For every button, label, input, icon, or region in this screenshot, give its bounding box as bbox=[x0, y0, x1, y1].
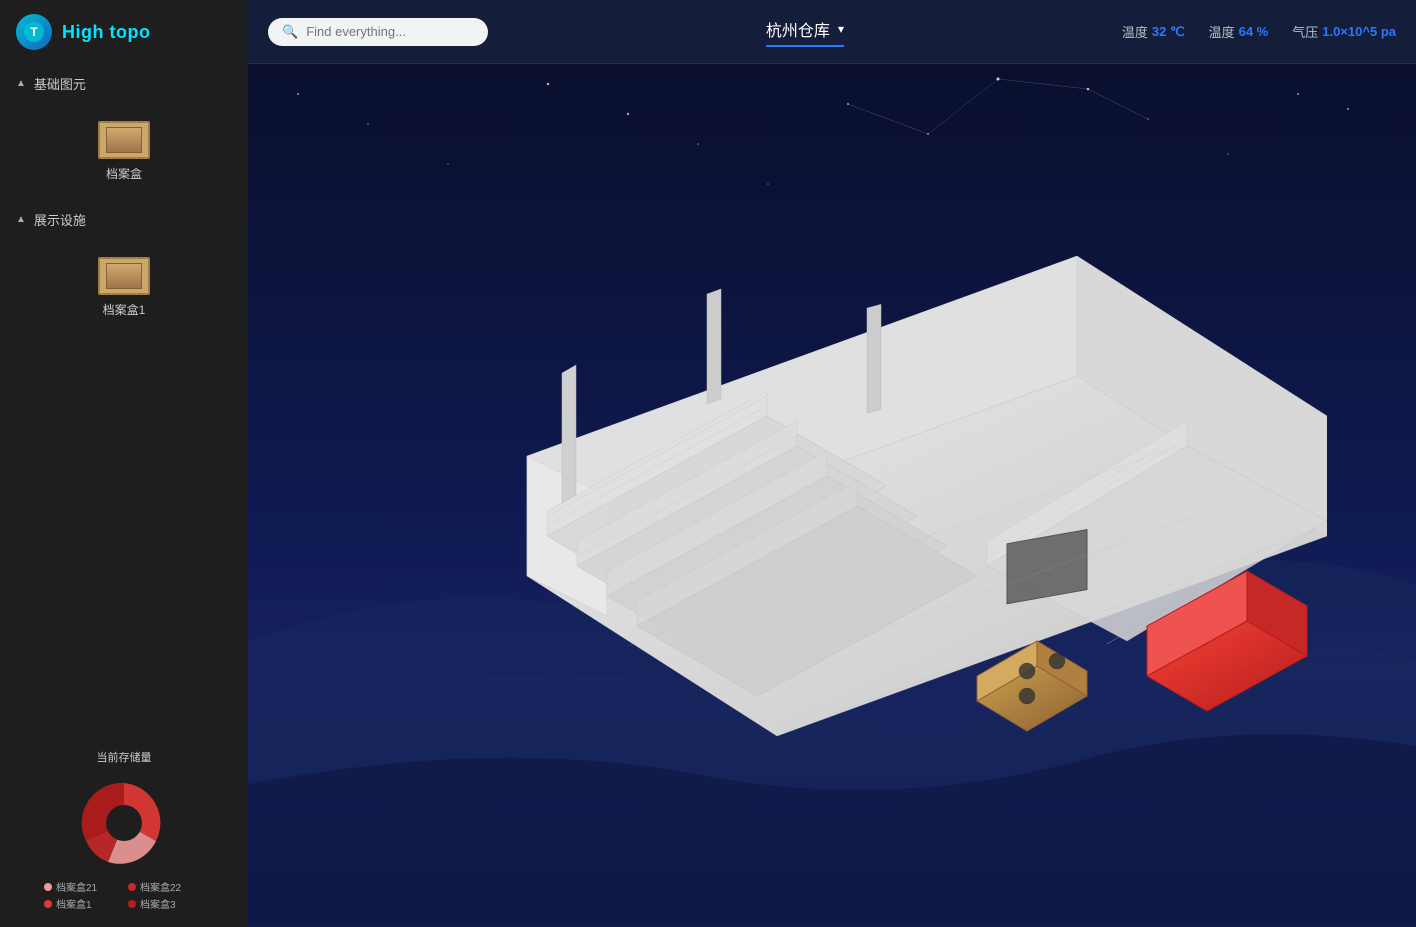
file-box1-label: 档案盒1 bbox=[103, 301, 146, 318]
stat-temperature: 温度 32 ℃ bbox=[1122, 22, 1185, 41]
stat-humidity-value: 64 % bbox=[1239, 24, 1269, 39]
logo-area: T High topo bbox=[0, 0, 248, 64]
chart-title: 当前存储量 bbox=[97, 749, 152, 765]
legend-item-4: 档案盒3 bbox=[128, 896, 204, 911]
section-display-label: 展示设施 bbox=[34, 210, 86, 229]
3d-warehouse bbox=[427, 256, 1327, 856]
legend-dot-3 bbox=[44, 900, 52, 908]
file-box-label: 档案盒 bbox=[106, 165, 142, 182]
legend-label-1: 档案盒21 bbox=[56, 879, 97, 894]
legend-dot-4 bbox=[128, 900, 136, 908]
section-display-items: 档案盒1 bbox=[0, 239, 248, 336]
stat-humidity-label: 温度 bbox=[1209, 22, 1235, 41]
legend-dot-2 bbox=[128, 883, 136, 891]
logo-icon: T bbox=[16, 14, 52, 50]
search-input[interactable] bbox=[306, 24, 466, 39]
section-basics-label: 基础图元 bbox=[34, 74, 86, 93]
chart-legend: 档案盒21 档案盒22 档案盒1 档案盒3 bbox=[44, 879, 204, 911]
legend-item-3: 档案盒1 bbox=[44, 896, 120, 911]
header-stats: 温度 32 ℃ 温度 64 % 气压 1.0×10^5 pa bbox=[1122, 22, 1396, 41]
stat-pressure-value: 1.0×10^5 pa bbox=[1322, 24, 1396, 39]
stat-pressure-label: 气压 bbox=[1292, 22, 1318, 41]
svg-text:T: T bbox=[30, 25, 38, 39]
legend-dot-1 bbox=[44, 883, 52, 891]
stat-pressure: 气压 1.0×10^5 pa bbox=[1292, 22, 1396, 41]
app-title: High topo bbox=[62, 22, 150, 43]
sidebar-item-file-box1[interactable]: 档案盒1 bbox=[16, 247, 232, 328]
chevron-down-icon: ▾ bbox=[838, 22, 844, 36]
header-center: 杭州仓库 ▾ bbox=[488, 17, 1122, 47]
sidebar-section-display[interactable]: ▲ 展示设施 bbox=[0, 200, 248, 239]
header-main: 🔍 杭州仓库 ▾ 温度 32 ℃ 温度 64 % 气压 1.0×10^5 pa bbox=[248, 0, 1416, 64]
legend-label-4: 档案盒3 bbox=[140, 896, 176, 911]
triangle-collapse-icon: ▲ bbox=[16, 78, 26, 89]
search-icon: 🔍 bbox=[282, 24, 298, 40]
main-viewport[interactable] bbox=[248, 64, 1416, 927]
legend-item-2: 档案盒22 bbox=[128, 879, 204, 894]
file-box1-icon bbox=[98, 257, 150, 295]
location-text: 杭州仓库 bbox=[766, 17, 830, 41]
legend-label-2: 档案盒22 bbox=[140, 879, 181, 894]
sidebar-item-file-box[interactable]: 档案盒 bbox=[16, 111, 232, 192]
header: T High topo 🔍 杭州仓库 ▾ bbox=[0, 0, 1416, 64]
warehouse-svg bbox=[427, 256, 1327, 856]
stat-temp-label: 温度 bbox=[1122, 22, 1148, 41]
stat-humidity: 温度 64 % bbox=[1209, 22, 1269, 41]
sidebar: ▲ 基础图元 档案盒 ▲ 展示设施 bbox=[0, 64, 248, 927]
file-box-icon bbox=[98, 121, 150, 159]
section-basics-items: 档案盒 bbox=[0, 103, 248, 200]
pie-chart bbox=[44, 773, 204, 873]
sidebar-section-basics[interactable]: ▲ 基础图元 bbox=[0, 64, 248, 103]
sidebar-chart-area: 当前存储量 档案盒21 档案盒22 bbox=[0, 737, 248, 927]
legend-label-3: 档案盒1 bbox=[56, 896, 92, 911]
search-box[interactable]: 🔍 bbox=[268, 18, 488, 46]
legend-item-1: 档案盒21 bbox=[44, 879, 120, 894]
stat-temp-value: 32 ℃ bbox=[1152, 24, 1185, 40]
triangle-collapse-icon-2: ▲ bbox=[16, 214, 26, 225]
location-selector[interactable]: 杭州仓库 ▾ bbox=[766, 17, 844, 47]
